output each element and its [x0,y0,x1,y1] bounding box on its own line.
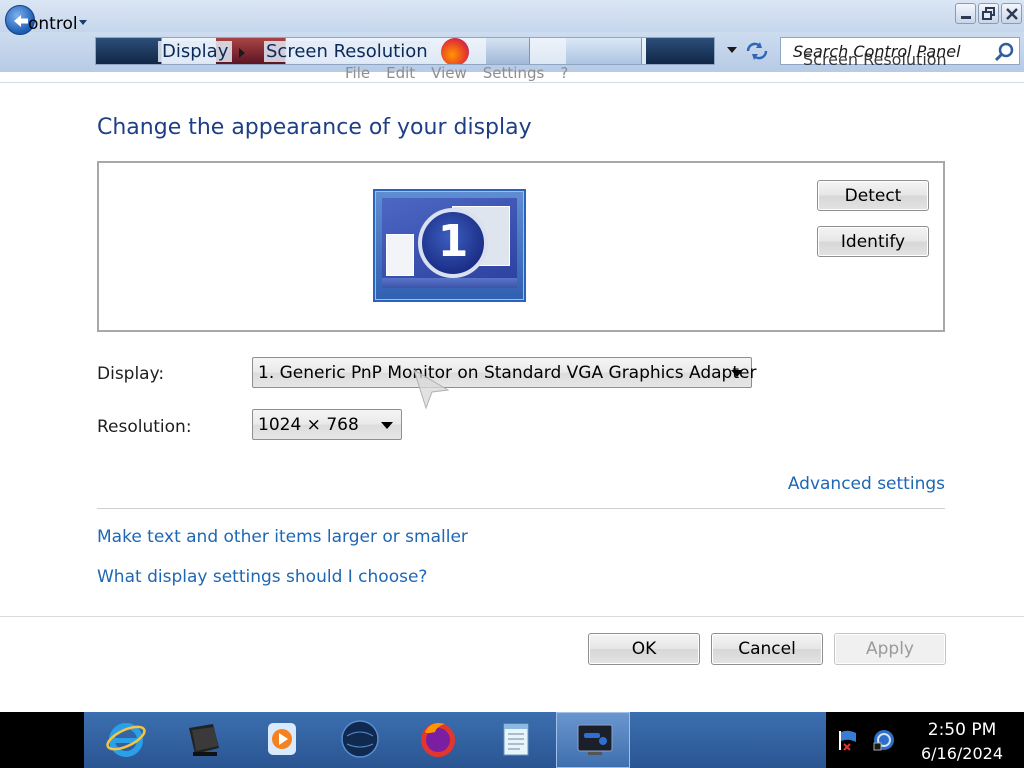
monitor-number: 1 [437,216,469,267]
mouse-cursor-icon [413,368,450,410]
display-label: Display: [97,364,165,384]
menu-settings[interactable]: Settings [483,64,545,82]
page-title: Change the appearance of your display [97,115,532,140]
taskbar-strip [84,712,826,768]
close-icon [1006,8,1018,20]
network-icon[interactable] [872,728,896,752]
search-input[interactable]: Search Control Panel Screen Resolution [780,37,1020,69]
taskbar-media-player[interactable] [244,712,318,768]
search-ghost-text: Screen Resolution [803,50,947,69]
menu-view[interactable]: View [431,64,467,82]
section-divider [97,508,945,509]
display-select[interactable]: 1. Generic PnP Monitor on Standard VGA G… [252,357,756,388]
thumbnail-preview [646,38,714,64]
monitor-number-badge: 1 [418,208,488,278]
taskbar-display-settings[interactable] [556,712,630,768]
display-help-link[interactable]: What display settings should I choose? [97,567,427,587]
monitor-taskbar [382,278,517,288]
firefox-icon [441,38,469,64]
monitor-screen: 1 [382,198,517,288]
taskbar-globe[interactable] [322,712,396,768]
cancel-button[interactable]: Cancel [711,633,823,665]
system-tray: 2:50 PM 6/16/2024 [826,712,1024,768]
clock-date[interactable]: 6/16/2024 [912,744,1012,763]
breadcrumb[interactable]: Display Screen Resolution [95,37,715,65]
recent-pages-arrow-icon[interactable] [79,20,87,25]
title-bar [0,0,1024,32]
chevron-down-icon [731,370,743,377]
refresh-icon[interactable] [742,40,772,62]
media-player-icon [268,723,296,755]
monitor-preview-panel: 1 Detect Identify [97,161,945,332]
breadcrumb-screen-resolution[interactable]: Screen Resolution [264,41,430,62]
identify-button[interactable]: Identify [817,226,929,257]
taskbar-notepad[interactable] [478,712,552,768]
taskbar-media-library[interactable] [166,712,240,768]
globe-icon [341,720,379,758]
breadcrumb-separator-icon[interactable] [239,48,245,58]
resolution-select[interactable]: 1024 × 768 [252,409,402,440]
thumbnail-preview [96,38,162,64]
menu-bar: File Edit View Settings ? [345,64,568,82]
taskbar-internet-explorer[interactable] [88,712,162,768]
window-controls [955,3,1022,24]
advanced-settings-link[interactable]: Advanced settings [788,474,945,494]
restore-icon [982,7,995,20]
chevron-down-icon [381,422,393,429]
window-thumbnail [386,234,414,276]
menu-edit[interactable]: Edit [386,64,415,82]
taskbar-firefox[interactable] [400,712,474,768]
clock-time[interactable]: 2:50 PM [912,720,1012,740]
display-settings-icon [577,724,613,755]
text-size-link[interactable]: Make text and other items larger or smal… [97,527,468,547]
notepad-icon [503,723,529,756]
taskbar: 2:50 PM 6/16/2024 [0,712,1024,768]
back-label: ontrol [28,14,78,34]
media-library-icon [189,724,219,756]
firefox-icon [421,723,455,757]
resolution-label: Resolution: [97,417,192,437]
restore-button[interactable] [978,3,999,24]
search-icon[interactable] [993,41,1015,63]
menu-help[interactable]: ? [560,64,568,82]
action-center-flag-icon[interactable] [836,728,860,752]
internet-explorer-icon [106,723,146,757]
address-dropdown-icon[interactable] [727,47,737,53]
monitor-1-image[interactable]: 1 [373,189,526,302]
footer-divider [0,616,1024,617]
thumbnail-preview [486,38,530,64]
resolution-select-value: 1024 × 768 [258,415,359,435]
thumbnail-preview [566,38,642,64]
ok-button[interactable]: OK [588,633,700,665]
close-button[interactable] [1001,3,1022,24]
minimize-icon [961,16,971,19]
breadcrumb-display[interactable]: Display [158,41,233,62]
minimize-button[interactable] [955,3,976,24]
apply-button: Apply [834,633,946,665]
header-divider [0,82,1024,83]
menu-file[interactable]: File [345,64,370,82]
detect-button[interactable]: Detect [817,180,929,211]
display-select-value: 1. Generic PnP Monitor on Standard VGA G… [258,363,757,383]
